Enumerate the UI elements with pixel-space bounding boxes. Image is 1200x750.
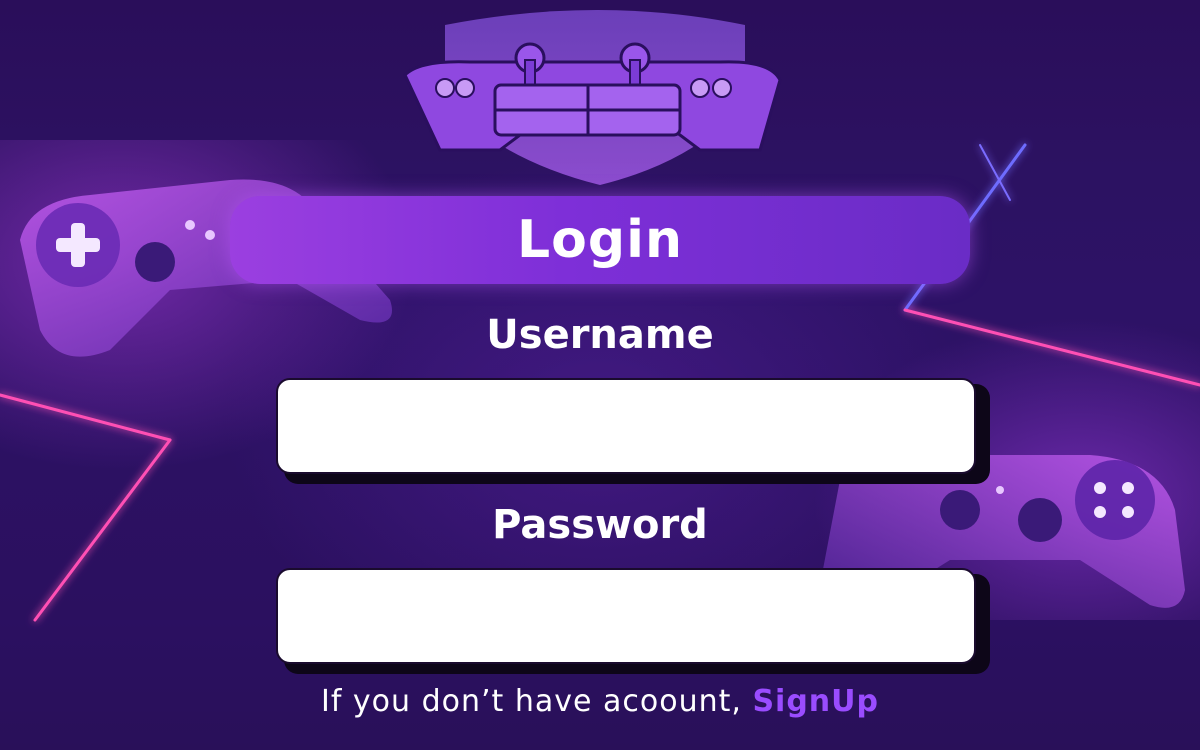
shield-gamepad-logo-icon <box>403 10 782 185</box>
signup-prompt-text: If you don’t have acoount, <box>320 684 753 719</box>
password-field-wrapper <box>276 568 990 674</box>
signup-prompt: If you don’t have acoount, SignUp <box>0 684 1200 719</box>
username-input[interactable] <box>276 378 976 474</box>
login-banner: Login <box>230 196 970 284</box>
username-label: Username <box>486 312 714 358</box>
password-label: Password <box>492 502 708 548</box>
signup-link[interactable]: SignUp <box>752 684 879 719</box>
password-input[interactable] <box>276 568 976 664</box>
login-title: Login <box>517 210 683 270</box>
username-field-wrapper <box>276 378 990 484</box>
